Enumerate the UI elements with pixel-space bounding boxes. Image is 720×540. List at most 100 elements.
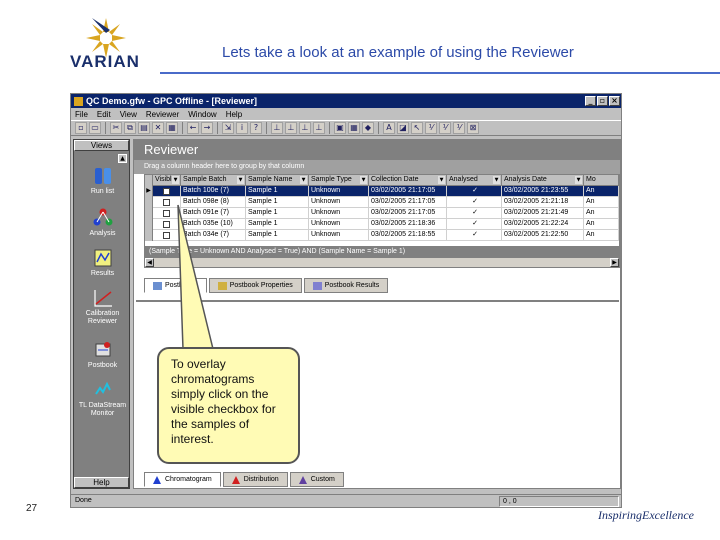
help-icon[interactable]: ? <box>250 122 262 134</box>
column-header-analysed[interactable]: Analysed ▼ <box>447 175 502 186</box>
cell-mo: An <box>584 197 619 208</box>
print-icon[interactable]: ▦ <box>166 122 178 134</box>
tab-custom[interactable]: Custom <box>289 472 344 487</box>
table-row[interactable]: Batch 035e (10) Sample 1 Unknown 03/02/2… <box>145 219 619 230</box>
tab-distribution[interactable]: Distribution <box>222 472 288 487</box>
minimize-button[interactable]: _ <box>585 96 596 106</box>
visible-checkbox[interactable] <box>163 231 170 239</box>
annotate-icon[interactable]: A <box>383 122 395 134</box>
visible-checkbox[interactable] <box>163 187 170 195</box>
datastream-icon <box>94 381 111 395</box>
cell-collection-date: 03/02/2005 21:17:05 <box>369 197 447 208</box>
peak-icon[interactable]: ⊥ <box>285 122 297 134</box>
column-header-sample-batch[interactable]: Sample Batch ▼ <box>181 175 246 186</box>
grid-icon[interactable]: ▦ <box>348 122 360 134</box>
group-by-area[interactable]: Drag a column header here to group by th… <box>134 160 620 174</box>
new-icon[interactable]: ▫ <box>75 122 87 134</box>
tab-chromatogram[interactable]: Chromatogram <box>144 472 221 487</box>
column-header-sample-type[interactable]: Sample Type ▼ <box>309 175 369 186</box>
sidebar-item-datastream[interactable]: TL DataStream Monitor <box>74 380 131 418</box>
scale-icon[interactable]: ⅟ <box>439 122 451 134</box>
sidebar-item-postbook[interactable]: Postbook <box>74 340 131 370</box>
column-header-sample-name[interactable]: Sample Name ▼ <box>246 175 309 186</box>
table-row[interactable]: ▶ Batch 100e (7) Sample 1 Unknown 03/02/… <box>145 186 619 197</box>
visible-checkbox[interactable] <box>163 209 170 217</box>
table-row[interactable]: Batch 098e (8) Sample 1 Unknown 03/02/20… <box>145 197 619 208</box>
filter-summary[interactable]: (Sample Type = Unknown AND Analysed = Tr… <box>145 246 619 257</box>
cell-collection-date: 03/02/2005 21:17:05 <box>369 208 447 219</box>
zoom-icon[interactable]: ▣ <box>334 122 346 134</box>
calibrate-icon[interactable]: ⊥ <box>313 122 325 134</box>
menu-view[interactable]: View <box>120 110 137 119</box>
toolbar-separator <box>105 122 106 134</box>
sidebar-item-runlist[interactable]: Run list <box>74 166 131 196</box>
menu-help[interactable]: Help <box>226 110 242 119</box>
sidebar-item-analysis[interactable]: Analysis <box>74 208 131 238</box>
visible-checkbox[interactable] <box>163 220 170 228</box>
window-titlebar[interactable]: QC Demo.gfw - GPC Offline - [Reviewer] _… <box>71 94 621 108</box>
row-indicator-header <box>145 175 153 186</box>
export-icon[interactable]: ⇲ <box>222 122 234 134</box>
sidebar-item-label: Results <box>90 270 115 277</box>
visible-checkbox-cell[interactable] <box>153 186 181 197</box>
diamond-icon[interactable]: ◆ <box>362 122 374 134</box>
cell-analysed: ✓ <box>447 219 502 230</box>
range-icon[interactable]: ⅟ <box>453 122 465 134</box>
visible-checkbox[interactable] <box>163 198 170 206</box>
menu-bar: File Edit View Reviewer Window Help <box>71 108 621 120</box>
scroll-left-icon[interactable]: ◀ <box>145 258 154 267</box>
mark-icon[interactable]: ◪ <box>397 122 409 134</box>
menu-window[interactable]: Window <box>188 110 216 119</box>
sort-dropdown-icon: ▼ <box>575 176 582 184</box>
scroll-right-icon[interactable]: ▶ <box>610 258 619 267</box>
cell-analysis-date: 03/02/2005 21:21:18 <box>502 197 584 208</box>
close-button[interactable]: × <box>609 96 620 106</box>
sidebar-item-label: TL DataStream Monitor <box>78 402 127 417</box>
sort-dropdown-icon: ▼ <box>438 176 445 184</box>
visible-checkbox-cell[interactable] <box>153 230 181 241</box>
window-title: QC Demo.gfw - GPC Offline - [Reviewer] <box>86 96 258 106</box>
tab-postbook-properties[interactable]: Postbook Properties <box>208 278 302 293</box>
cell-analysed: ✓ <box>447 186 502 197</box>
copy-icon[interactable]: ⧉ <box>124 122 136 134</box>
sidebar-help-button[interactable]: Help <box>74 477 129 488</box>
samples-grid: Visible ▼ Sample Batch ▼ Sample Name ▼ Samp… <box>144 174 620 268</box>
menu-edit[interactable]: Edit <box>97 110 111 119</box>
sidebar-item-results[interactable]: Results <box>74 248 131 278</box>
sidebar-item-calibration[interactable]: Calibration Reviewer <box>74 288 131 326</box>
sidebar-item-label: Calibration Reviewer <box>85 310 120 325</box>
column-header-mo[interactable]: Mo <box>584 175 619 186</box>
tab-postbook-results[interactable]: Postbook Results <box>303 278 389 293</box>
back-icon[interactable]: ← <box>187 122 199 134</box>
visible-checkbox-cell[interactable] <box>153 219 181 230</box>
info-icon[interactable]: i <box>236 122 248 134</box>
visible-checkbox-cell[interactable] <box>153 208 181 219</box>
limits-icon[interactable]: ⊥ <box>299 122 311 134</box>
column-header-analysis-date[interactable]: Analysis Date ▼ <box>502 175 584 186</box>
sort-dropdown-icon: ▼ <box>237 176 244 184</box>
open-icon[interactable]: ▭ <box>89 122 101 134</box>
column-header-collection-date[interactable]: Collection Date ▼ <box>369 175 447 186</box>
horizontal-scrollbar[interactable]: ◀ ▶ <box>145 257 619 267</box>
tab-postbooks[interactable]: Postbooks <box>144 278 207 293</box>
delete-icon[interactable]: ✕ <box>152 122 164 134</box>
forward-icon[interactable]: → <box>201 122 213 134</box>
pointer-icon[interactable]: ↖ <box>411 122 423 134</box>
cut-icon[interactable]: ✂ <box>110 122 122 134</box>
sidebar-item-label: Postbook <box>87 362 118 369</box>
menu-reviewer[interactable]: Reviewer <box>146 110 179 119</box>
menu-file[interactable]: File <box>75 110 88 119</box>
visible-checkbox-cell[interactable] <box>153 197 181 208</box>
cell-sample-batch: Batch 035e (10) <box>181 219 246 230</box>
column-header-visible[interactable]: Visible ▼ <box>153 175 181 186</box>
restore-button[interactable]: ▫ <box>597 96 608 106</box>
fit-icon[interactable]: ⊠ <box>467 122 479 134</box>
measure-icon[interactable]: ⅟ <box>425 122 437 134</box>
baseline-icon[interactable]: ⊥ <box>271 122 283 134</box>
paste-icon[interactable]: ▤ <box>138 122 150 134</box>
views-header[interactable]: Views <box>74 140 129 151</box>
table-row[interactable]: Batch 034e (7) Sample 1 Unknown 03/02/20… <box>145 230 619 241</box>
sidebar-scroll-up-icon[interactable]: ▲ <box>118 154 127 163</box>
calibration-icon <box>93 290 112 307</box>
table-row[interactable]: Batch 091e (7) Sample 1 Unknown 03/02/20… <box>145 208 619 219</box>
